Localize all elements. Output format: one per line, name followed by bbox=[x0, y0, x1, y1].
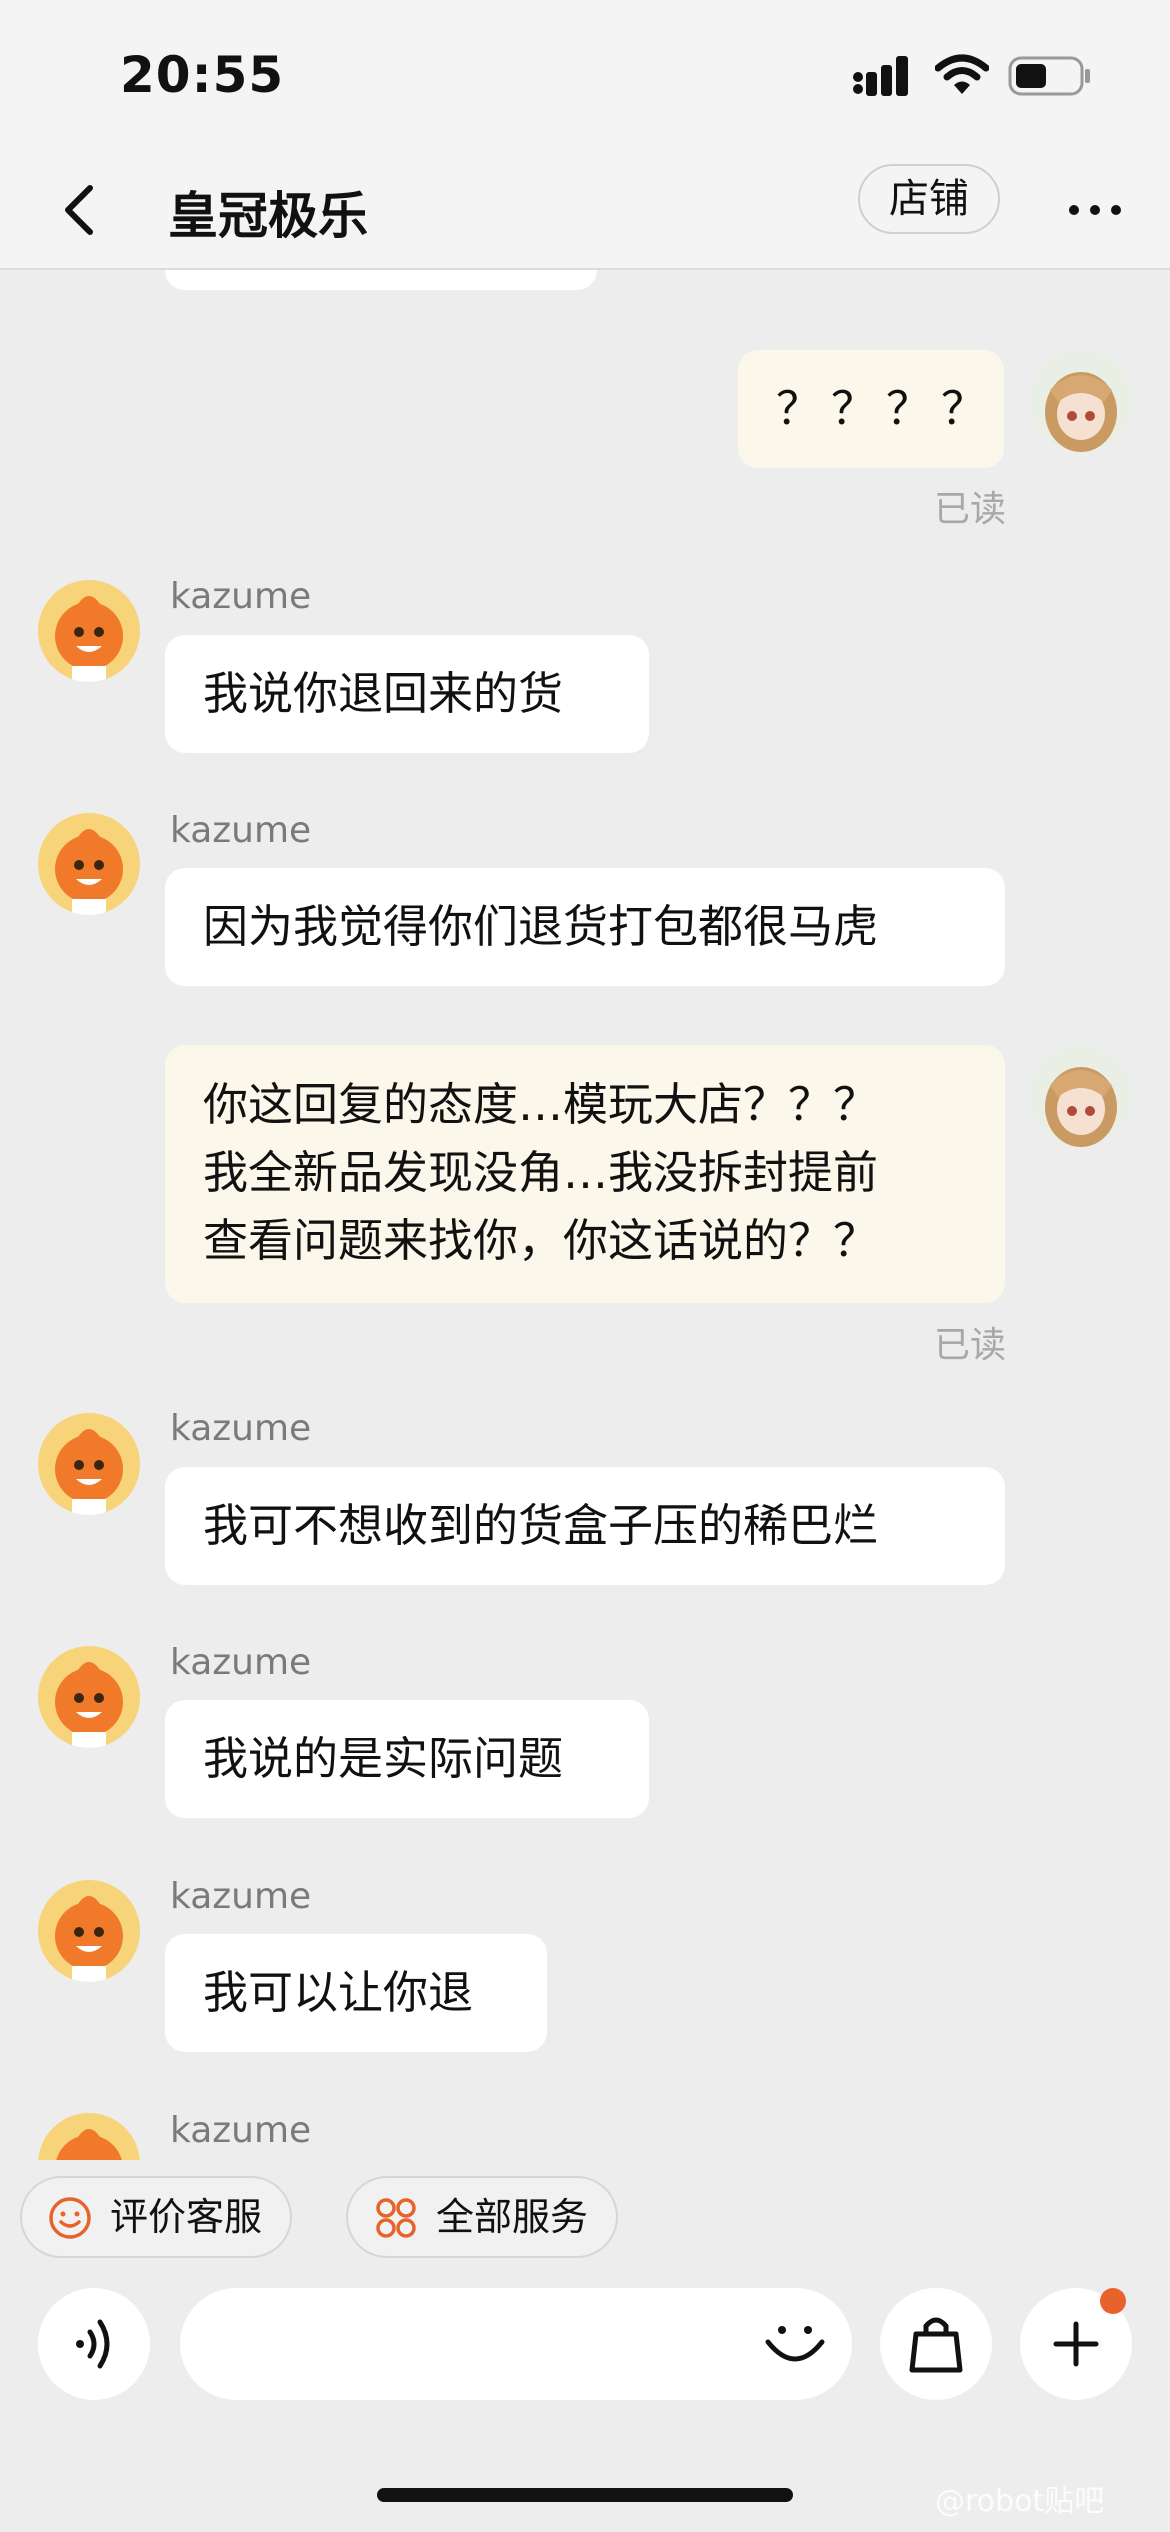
my-avatar[interactable] bbox=[1030, 350, 1132, 452]
sender-name: kazume bbox=[170, 1876, 312, 1917]
rate-service-button[interactable]: 评价客服 bbox=[20, 2176, 293, 2258]
sender-name: kazume bbox=[170, 2110, 312, 2151]
page-title: 皇冠极乐 bbox=[168, 187, 368, 245]
message-bubble[interactable]: 我可以让你退 bbox=[165, 1934, 547, 2052]
watermark-text: @robot贴吧 bbox=[935, 2484, 1105, 2519]
status-bar: 20:55 bbox=[0, 0, 1170, 150]
product-button[interactable] bbox=[880, 2288, 992, 2400]
back-arrow-icon[interactable] bbox=[50, 180, 110, 240]
battery-icon bbox=[1008, 56, 1090, 96]
quick-actions-bar: 评价客服 全部服务 bbox=[0, 2160, 1170, 2282]
message-bubble[interactable]: 我说你退回来的货 bbox=[165, 635, 649, 753]
all-services-button[interactable]: 全部服务 bbox=[346, 2176, 619, 2258]
grid-services-icon bbox=[376, 2198, 416, 2238]
kazume-avatar[interactable] bbox=[38, 2113, 140, 2160]
shopping-bag-icon bbox=[909, 2317, 963, 2373]
kazume-avatar[interactable] bbox=[38, 1880, 140, 1982]
notification-dot bbox=[1100, 2288, 1126, 2314]
mascot-avatar-icon bbox=[38, 580, 140, 682]
read-receipt: 已读 bbox=[933, 489, 1006, 530]
voice-button[interactable] bbox=[38, 2288, 150, 2400]
mascot-avatar-icon bbox=[38, 1646, 140, 1748]
message-bubble-mine[interactable]: 你这回复的态度…模玩大店？？？ 我全新品发现没角…我没拆封提前 查看问题来找你，… bbox=[165, 1045, 1005, 1303]
mascot-avatar-icon bbox=[38, 1880, 140, 1982]
read-receipt: 已读 bbox=[933, 1325, 1006, 1366]
kazume-avatar[interactable] bbox=[38, 1646, 140, 1748]
rate-service-label: 评价客服 bbox=[110, 2195, 263, 2239]
sender-name: kazume bbox=[170, 1642, 312, 1683]
mascot-avatar-icon bbox=[38, 813, 140, 915]
emoji-icon[interactable] bbox=[760, 2310, 830, 2380]
message-bubble[interactable]: 我说的是实际问题 bbox=[165, 1700, 649, 1818]
cellular-signal-icon bbox=[853, 56, 908, 96]
all-services-label: 全部服务 bbox=[436, 2195, 589, 2239]
smile-icon bbox=[49, 2197, 91, 2239]
kazume-avatar[interactable] bbox=[38, 580, 140, 682]
home-indicator[interactable] bbox=[377, 2488, 793, 2502]
mascot-avatar-icon bbox=[38, 1413, 140, 1515]
sender-name: kazume bbox=[170, 576, 312, 617]
anime-girl-avatar-icon bbox=[1030, 350, 1132, 452]
status-time: 20:55 bbox=[120, 46, 285, 104]
chat-message-list[interactable]: ？？？？ 已读 kazume 我说你退回来的货 kazume 因为我觉得你们退货… bbox=[0, 270, 1170, 2160]
nav-bar: 皇冠极乐 店铺 bbox=[0, 150, 1170, 270]
message-bubble[interactable]: 因为我觉得你们退货打包都很马虎 bbox=[165, 868, 1005, 986]
sender-name: kazume bbox=[170, 1408, 312, 1449]
wifi-icon bbox=[935, 54, 989, 94]
message-bubble[interactable]: 我可不想收到的货盒子压的稀巴烂 bbox=[165, 1467, 1005, 1585]
store-button[interactable]: 店铺 bbox=[858, 164, 1000, 234]
kazume-avatar[interactable] bbox=[38, 813, 140, 915]
anime-girl-avatar-icon bbox=[1030, 1045, 1132, 1147]
mascot-avatar-icon bbox=[38, 2113, 140, 2160]
kazume-avatar[interactable] bbox=[38, 1413, 140, 1515]
message-bubble-mine[interactable]: ？？？？ bbox=[738, 350, 1004, 468]
my-avatar[interactable] bbox=[1030, 1045, 1132, 1147]
sender-name: kazume bbox=[170, 810, 312, 851]
message-bubble-partial bbox=[165, 270, 597, 290]
more-options-icon[interactable] bbox=[1060, 180, 1130, 240]
voice-wave-icon bbox=[76, 2319, 110, 2369]
message-input[interactable] bbox=[180, 2288, 852, 2400]
